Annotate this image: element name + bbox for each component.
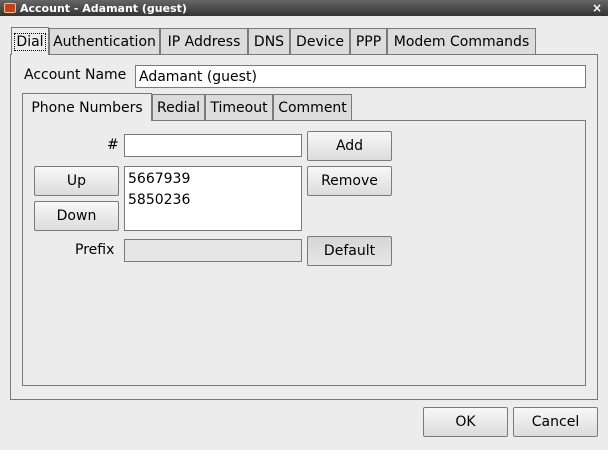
prefix-label: Prefix [75, 242, 115, 258]
up-button[interactable]: Up [34, 166, 119, 196]
prefix-input[interactable] [124, 239, 302, 262]
tab-authentication[interactable]: Authentication [49, 28, 160, 54]
title-bar: Account - Adamant (guest) × [0, 0, 608, 16]
tab-device[interactable]: Device [290, 28, 350, 54]
account-name-field[interactable]: Adamant (guest) [135, 65, 586, 88]
default-button[interactable]: Default [307, 236, 392, 266]
ok-button[interactable]: OK [423, 407, 508, 437]
number-label: # [107, 137, 119, 153]
remove-button[interactable]: Remove [307, 166, 392, 196]
close-icon[interactable]: × [592, 0, 602, 16]
tab-dial[interactable]: Dial [11, 27, 49, 55]
down-button[interactable]: Down [34, 201, 119, 231]
phone-number-list[interactable]: 5667939 5850236 [124, 166, 302, 231]
tab-dial-label: Dial [14, 32, 46, 51]
tab-dns[interactable]: DNS [248, 28, 290, 54]
list-item[interactable]: 5850236 [128, 190, 298, 211]
subtab-comment[interactable]: Comment [273, 94, 352, 120]
subtab-redial[interactable]: Redial [152, 94, 205, 120]
add-button[interactable]: Add [307, 131, 392, 161]
list-item[interactable]: 5667939 [128, 169, 298, 190]
tab-ppp[interactable]: PPP [350, 28, 387, 54]
subtab-timeout[interactable]: Timeout [205, 94, 273, 120]
window-title: Account - Adamant (guest) [20, 1, 187, 15]
tab-ip-address[interactable]: IP Address [160, 28, 248, 54]
subtab-phone-numbers[interactable]: Phone Numbers [22, 93, 152, 121]
tab-modem-commands[interactable]: Modem Commands [387, 28, 536, 54]
cancel-button[interactable]: Cancel [513, 407, 598, 437]
account-name-label: Account Name [24, 67, 127, 83]
app-icon [4, 3, 16, 13]
number-input[interactable] [124, 134, 302, 157]
